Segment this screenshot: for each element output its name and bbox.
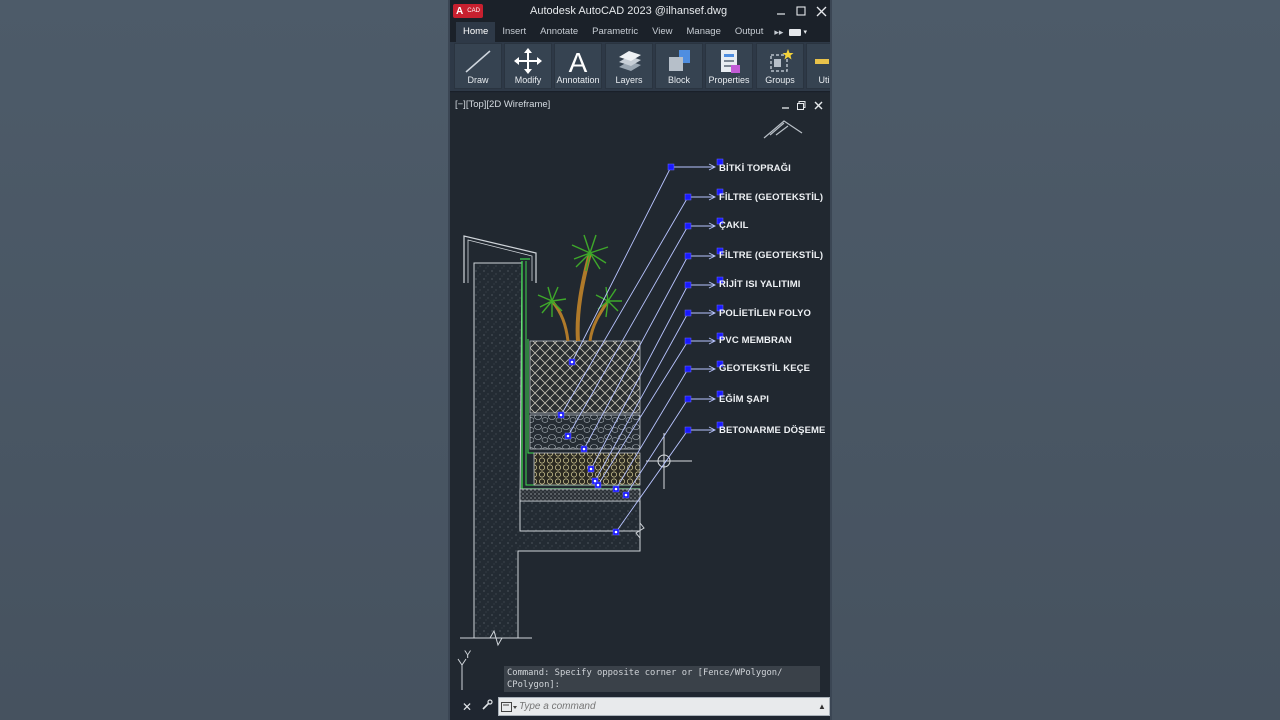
callout-label: EĞİM ŞAPI: [719, 394, 769, 405]
ucs-y-label: Y: [464, 649, 472, 661]
command-history-line: Command: Specify opposite corner or [Fen…: [507, 668, 783, 678]
callout-label: FİLTRE (GEOTEKSTİL): [719, 250, 824, 261]
callout-label: PVC MEMBRAN: [719, 335, 792, 346]
concrete-slab: [519, 500, 641, 532]
utilities-label: Utili: [818, 75, 832, 85]
tab-parametric[interactable]: Parametric: [585, 22, 645, 42]
annotation-label: Annotation: [556, 75, 600, 85]
minimize-icon[interactable]: [772, 2, 790, 20]
ribbon-tabs: Home Insert Annotate Parametric View Man…: [450, 22, 830, 42]
callout-label: BETONARME DÖŞEME: [719, 425, 826, 436]
background-right: [832, 0, 1280, 720]
groups-label: Groups: [765, 75, 795, 85]
tab-manage[interactable]: Manage: [680, 22, 728, 42]
callout-label: ÇAKIL: [719, 220, 749, 231]
ucs-icon: [457, 658, 467, 690]
ribbon-panel: Draw Modify A Annotation Layers Block Pr…: [450, 42, 832, 92]
modify-button[interactable]: Modify: [504, 43, 552, 89]
text-a-icon: A: [569, 47, 588, 75]
command-history-up-icon[interactable]: ▲: [815, 702, 829, 711]
soil-layer: [529, 340, 641, 414]
utilities-button[interactable]: Utili: [806, 43, 832, 89]
tab-home[interactable]: Home: [456, 22, 496, 42]
callout-label: BİTKİ TOPRAĞI: [719, 163, 791, 174]
properties-icon: [721, 50, 740, 73]
groups-icon: [770, 49, 794, 72]
groups-button[interactable]: Groups: [756, 43, 804, 89]
logo-sub: CAD: [467, 8, 480, 14]
parapet-wall: [473, 262, 641, 639]
north-arrow-icon: [763, 120, 803, 139]
properties-button[interactable]: Properties: [705, 43, 753, 89]
callout-label: RİJİT ISI YALITIMI: [719, 279, 801, 290]
command-prompt-icon[interactable]: [499, 698, 519, 715]
command-history: Command: Specify opposite corner or [Fen…: [504, 666, 820, 692]
tab-insert[interactable]: Insert: [495, 22, 533, 42]
tab-annotate[interactable]: Annotate: [533, 22, 585, 42]
modify-label: Modify: [514, 75, 542, 85]
crosshair-cursor-icon: [646, 433, 692, 489]
screed-layer: [519, 488, 641, 502]
tab-options-icon[interactable]: [789, 28, 802, 36]
callout-label: GEOTEKSTİL KEÇE: [719, 363, 811, 374]
command-line-bar: ✕ ▲: [450, 694, 830, 720]
draw-label: Draw: [467, 75, 489, 85]
insulation-layer: [533, 452, 641, 486]
customize-wrench-icon[interactable]: [481, 699, 493, 714]
utilities-icon: [815, 59, 829, 64]
close-icon[interactable]: [812, 2, 830, 20]
annotation-button[interactable]: A Annotation: [554, 43, 602, 89]
maximize-icon[interactable]: [792, 2, 810, 20]
layers-label: Layers: [615, 75, 643, 85]
callout-label: FİLTRE (GEOTEKSTİL): [719, 192, 824, 203]
autocad-window: A CAD Autodesk AutoCAD 2023 @ilhansef.dw…: [448, 0, 832, 720]
autocad-logo-icon[interactable]: A CAD: [453, 4, 483, 18]
tab-output[interactable]: Output: [728, 22, 771, 42]
block-button[interactable]: Block: [655, 43, 703, 89]
svg-text:A: A: [569, 47, 588, 75]
layers-button[interactable]: Layers: [605, 43, 653, 89]
drawing-canvas[interactable]: [−][Top][2D Wireframe] BİTKİ TOPRAĞI FİL…: [450, 93, 832, 690]
tab-view[interactable]: View: [645, 22, 679, 42]
line-draw-icon: [465, 50, 491, 73]
close-command-icon[interactable]: ✕: [462, 700, 472, 714]
tab-options-dropdown-icon[interactable]: ▾: [803, 28, 807, 36]
command-input[interactable]: [519, 698, 815, 715]
block-label: Block: [667, 75, 690, 85]
command-history-line: CPolygon]:: [507, 680, 560, 690]
background-left: [0, 0, 448, 720]
callout-label: POLİETİLEN FOLYO: [719, 308, 812, 319]
logo-letter: A: [456, 5, 464, 17]
title-bar: A CAD Autodesk AutoCAD 2023 @ilhansef.dw…: [450, 0, 830, 22]
block-icon: [669, 50, 690, 71]
properties-label: Properties: [708, 75, 750, 85]
command-input-box: ▲: [498, 697, 830, 716]
draw-button[interactable]: Draw: [454, 43, 502, 89]
move-arrows-icon: [514, 48, 542, 74]
more-tabs-arrow[interactable]: ▸▸: [770, 27, 787, 38]
layers-icon: [619, 51, 641, 71]
section-drawing[interactable]: [450, 93, 832, 690]
window-title: Autodesk AutoCAD 2023 @ilhansef.dwg: [530, 5, 728, 17]
